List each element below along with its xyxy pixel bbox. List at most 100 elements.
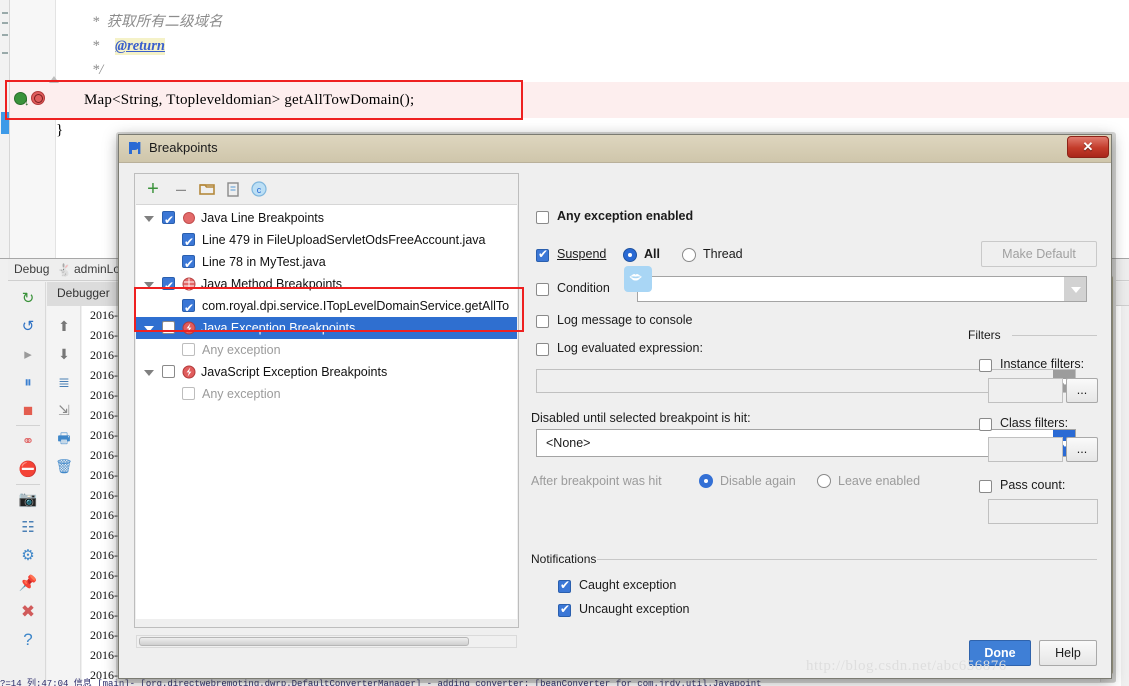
closing-brace-line: } xyxy=(56,122,64,138)
export-icon[interactable]: ⇲ xyxy=(54,400,74,420)
tree-checkbox[interactable] xyxy=(182,231,195,253)
view-breakpoints-icon[interactable]: ⚭ xyxy=(18,432,38,452)
up-arrow-icon[interactable]: ⬆ xyxy=(54,316,74,336)
caught-exception-label: Caught exception xyxy=(579,578,677,592)
tree-row[interactable]: Any exception xyxy=(136,383,517,405)
uncaught-exception-checkbox[interactable] xyxy=(558,602,571,617)
dialog-title-bar[interactable]: Breakpoints ✕ xyxy=(119,135,1111,163)
class-filters-browse-button[interactable]: ... xyxy=(1066,437,1098,462)
breakpoints-icon xyxy=(129,142,141,154)
suspend-all-radio[interactable] xyxy=(623,248,637,262)
log-message-label: Log message to console xyxy=(557,313,693,327)
suspend-all-label: All xyxy=(644,247,660,261)
close-icon[interactable]: ✖ xyxy=(18,602,38,622)
filter-icon[interactable]: ≣ xyxy=(54,372,74,392)
restore-layout-icon[interactable]: ☷ xyxy=(18,518,38,538)
condition-input[interactable] xyxy=(637,276,1087,302)
tree-checkbox[interactable] xyxy=(162,365,175,378)
log-expression-checkbox[interactable] xyxy=(536,343,549,356)
editor-tick xyxy=(2,22,8,24)
pause-program-icon[interactable]: ⏸ xyxy=(18,373,38,393)
condition-dropdown-arrow[interactable] xyxy=(1064,277,1086,301)
highlight-annotation-box-tree xyxy=(134,287,524,332)
rerun-icon[interactable]: ↻ xyxy=(18,289,38,309)
pin-icon[interactable]: 📌 xyxy=(18,574,38,594)
print-icon[interactable]: 🖶 xyxy=(54,428,74,448)
condition-checkbox[interactable] xyxy=(536,283,549,296)
camera-icon[interactable]: 📷 xyxy=(18,490,38,510)
class-filters-input[interactable] xyxy=(988,437,1063,462)
toolbar-separator xyxy=(16,425,40,426)
settings-icon[interactable]: ⚙ xyxy=(18,546,38,566)
caught-exception-checkbox[interactable] xyxy=(558,578,571,593)
folder-icon[interactable] xyxy=(197,179,217,199)
remove-breakpoint-button[interactable]: – xyxy=(171,179,191,199)
tree-checkbox[interactable] xyxy=(182,343,195,356)
mute-breakpoints-icon[interactable]: ⛔ xyxy=(18,460,38,480)
leave-enabled-label: Leave enabled xyxy=(838,474,921,488)
help-button[interactable]: Help xyxy=(1039,640,1097,666)
breakpoints-dialog: Breakpoints ✕ + – c ✔ Java Line Breakpoi… xyxy=(118,134,1112,679)
suspend-checkbox[interactable] xyxy=(536,247,549,262)
breakpoints-tree-panel: + – c ✔ Java Line Breakpoints ✔ Line 479… xyxy=(134,173,519,648)
breakpoints-tree[interactable]: Java Line Breakpoints Line 479 in FileUp… xyxy=(136,204,517,619)
instance-filters-browse-button[interactable]: ... xyxy=(1066,378,1098,403)
log-message-checkbox[interactable] xyxy=(536,315,549,328)
file-icon[interactable] xyxy=(223,179,243,199)
tree-row-label: Any exception xyxy=(202,343,281,357)
tomcat-icon: 🐇 xyxy=(57,263,72,277)
run-config-name: adminLo xyxy=(74,262,121,276)
javadoc-star: * xyxy=(92,38,100,54)
stop-icon[interactable]: ■ xyxy=(18,401,38,421)
pass-count-checkbox[interactable] xyxy=(979,480,992,493)
editor-tick xyxy=(2,12,8,14)
log-expression-label: Log evaluated expression: xyxy=(557,341,703,355)
instance-filters-checkbox[interactable] xyxy=(979,359,992,372)
tree-row[interactable]: JavaScript Exception Breakpoints xyxy=(136,361,517,383)
tree-checkbox[interactable] xyxy=(182,253,195,275)
tree-row-label: Java Line Breakpoints xyxy=(201,211,324,225)
screenshot-root: * 获取所有二级域名 * @return */ ↓ Map<String, Tt… xyxy=(0,0,1129,686)
chevron-down-icon[interactable] xyxy=(144,370,154,376)
tree-checkbox[interactable] xyxy=(162,209,175,231)
leave-enabled-radio[interactable] xyxy=(817,474,831,488)
tree-row[interactable]: Any exception xyxy=(136,339,517,361)
add-breakpoint-button[interactable]: + xyxy=(143,179,163,199)
pass-count-input[interactable] xyxy=(988,499,1098,524)
disabled-until-label: Disabled until selected breakpoint is hi… xyxy=(531,411,751,425)
tree-row[interactable]: Java Line Breakpoints xyxy=(136,207,517,231)
line-breakpoint-icon xyxy=(183,212,195,224)
debug-toolbar: ↻ ↺ ▸ ⏸ ■ ⚭ ⛔ 📷 ☷ ⚙ 📌 ✖ ? xyxy=(10,282,46,686)
javadoc-comment-close: */ xyxy=(92,62,104,78)
tree-row[interactable]: Line 479 in FileUploadServletOdsFreeAcco… xyxy=(136,229,517,253)
dialog-title: Breakpoints xyxy=(149,140,218,155)
trash-icon[interactable]: 🗑 xyxy=(54,456,74,476)
suspend-label: Suspend xyxy=(557,247,606,261)
class-filters-checkbox[interactable] xyxy=(979,418,992,431)
class-icon[interactable]: c xyxy=(249,179,269,199)
debug-title: Debug xyxy=(14,262,50,276)
svg-text:c: c xyxy=(257,185,262,195)
chevron-down-icon[interactable] xyxy=(144,216,154,222)
tree-horizontal-scrollbar-thumb[interactable] xyxy=(139,637,469,646)
tab-debugger[interactable]: Debugger xyxy=(47,282,120,306)
down-arrow-icon[interactable]: ⬇ xyxy=(54,344,74,364)
class-filters-label: Class filters: xyxy=(1000,416,1069,430)
notifications-group-divider xyxy=(597,559,1097,560)
ime-indicator-icon xyxy=(624,266,652,292)
make-default-button[interactable]: Make Default xyxy=(981,241,1097,267)
tree-row[interactable]: Line 78 in MyTest.java xyxy=(136,251,517,275)
help-icon[interactable]: ? xyxy=(18,630,38,650)
step-over-icon[interactable]: ▸ xyxy=(18,345,38,365)
tree-checkbox[interactable] xyxy=(182,387,195,400)
resume-program-icon[interactable]: ↺ xyxy=(18,317,38,337)
tree-row-label: Line 78 in MyTest.java xyxy=(202,255,326,269)
disabled-until-value: <None> xyxy=(546,436,591,450)
any-exception-enabled-checkbox[interactable] xyxy=(536,211,549,224)
disable-again-radio[interactable] xyxy=(699,474,713,488)
instance-filters-input[interactable] xyxy=(988,378,1063,403)
suspend-thread-radio[interactable] xyxy=(682,248,696,262)
close-button[interactable]: ✕ xyxy=(1067,136,1109,158)
instance-filters-label: Instance filters: xyxy=(1000,357,1085,371)
editor-tick xyxy=(2,34,8,36)
